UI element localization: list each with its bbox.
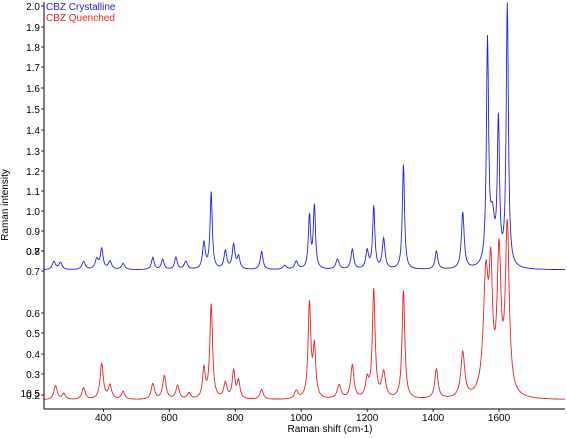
y-tick-label: 2.0 xyxy=(26,2,40,13)
y-tick-label: 1.8 xyxy=(26,43,40,54)
y-tick-label: 0.4 xyxy=(26,350,40,361)
y-tick-label: 1.5 xyxy=(26,105,40,116)
x-tick-label: 1600 xyxy=(488,413,511,424)
y-tick-label: 0.9 xyxy=(26,227,40,238)
y-tick-label: 0.7 xyxy=(26,267,40,278)
y-tick-label: 1.2 xyxy=(26,167,40,178)
x-tick-label: 1200 xyxy=(356,413,379,424)
raman-chart: 2.01.91.81.71.61.51.41.31.21.11.00.90.80… xyxy=(0,0,567,438)
chart-background xyxy=(0,0,567,438)
x-tick-label: 400 xyxy=(95,413,112,424)
y-tick-label: 1.6 xyxy=(26,84,40,95)
y-tick-label: 0.3 xyxy=(26,370,40,381)
y-tick-label: 10 5 xyxy=(21,389,41,400)
y-tick-label: 1.1 xyxy=(26,187,40,198)
legend-crystalline: CBZ Crystalline xyxy=(46,2,116,13)
y-tick-label: 1.0 xyxy=(26,207,40,218)
y-tick-label: 1.9 xyxy=(26,23,40,34)
x-axis-title: Raman shift (cm-1) xyxy=(287,424,372,435)
x-tick-label: 800 xyxy=(227,413,244,424)
legend-quenched: CBZ Quenched xyxy=(46,13,115,24)
x-tick-label: 600 xyxy=(161,413,178,424)
x-tick-label: 1000 xyxy=(290,413,313,424)
y-tick-label: 1.7 xyxy=(26,63,40,74)
y-tick-label: 0.7 xyxy=(26,247,40,258)
y-axis-title: Raman intensity xyxy=(0,169,11,241)
y-tick-label: 0.6 xyxy=(26,309,40,320)
y-tick-label: 1.4 xyxy=(26,126,40,137)
y-tick-label: 1.3 xyxy=(26,147,40,158)
y-tick-label: 0.5 xyxy=(26,329,40,340)
x-tick-label: 1400 xyxy=(422,413,445,424)
